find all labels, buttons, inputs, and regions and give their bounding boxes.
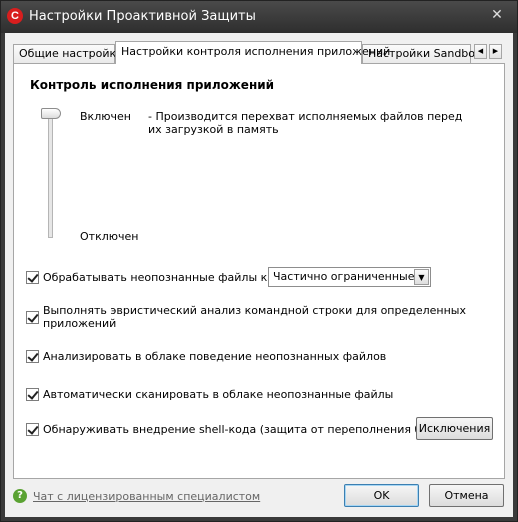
option-heuristic-cmdline[interactable]: Выполнять эвристический анализ командной…	[26, 304, 504, 330]
checkbox-cloud-behavior-analysis[interactable]	[26, 349, 39, 363]
option-label: Выполнять эвристический анализ командной…	[43, 304, 466, 330]
title-bar[interactable]: C Настройки Проактивной Защиты ✕	[1, 1, 517, 33]
section-title: Контроль исполнения приложений	[30, 78, 275, 92]
option-cloud-autoscan[interactable]: Автоматически сканировать в облаке неопо…	[26, 386, 393, 402]
option-shellcode-detection[interactable]: Обнаруживать внедрение shell-кода (защит…	[26, 421, 462, 437]
option-label: Автоматически сканировать в облаке неопо…	[43, 387, 394, 401]
checkbox-shellcode-detection[interactable]	[26, 422, 39, 436]
tab-scroll-left-icon[interactable]: ◀	[474, 44, 487, 59]
checkbox-heuristic-cmdline[interactable]	[26, 310, 39, 324]
option-label: Обрабатывать неопознанные файлы как	[43, 270, 281, 284]
window-title: Настройки Проактивной Защиты	[29, 9, 256, 24]
option-label: Обнаруживать внедрение shell-кода (защит…	[43, 422, 462, 436]
option-label: Анализировать в облаке поведение неопозн…	[43, 349, 387, 363]
level-on-description: - Производится перехват исполняемых файл…	[148, 110, 463, 136]
chevron-down-icon[interactable]: ▼	[414, 269, 429, 285]
tab-execution-control-settings[interactable]: Настройки контроля исполнения приложений	[115, 41, 390, 64]
protection-level-slider-track[interactable]	[48, 114, 53, 238]
tab-panel: Контроль исполнения приложений Включен -…	[13, 63, 505, 479]
dialog-window: C Настройки Проактивной Защиты ✕ Общие н…	[0, 0, 518, 522]
close-icon[interactable]: ✕	[489, 7, 505, 25]
exceptions-button[interactable]: Исключения	[416, 417, 493, 440]
tab-bar: Общие настройки Настройки контроля испол…	[13, 41, 505, 64]
comodo-app-icon: C	[7, 8, 23, 24]
dialog-client-area: Общие настройки Настройки контроля испол…	[5, 33, 513, 517]
help-icon: ?	[13, 489, 27, 503]
select-value: Частично ограниченные	[273, 270, 415, 283]
option-cloud-behavior-analysis[interactable]: Анализировать в облаке поведение неопозн…	[26, 348, 386, 364]
level-off-label: Отключен	[80, 230, 139, 243]
ok-button[interactable]: OK	[344, 484, 419, 507]
cancel-button[interactable]: Отмена	[429, 484, 504, 507]
option-treat-unrecognized[interactable]: Обрабатывать неопознанные файлы как	[26, 269, 281, 285]
unrecognized-files-policy-select[interactable]: Частично ограниченные ▼	[268, 267, 431, 287]
tab-scroll-right-icon[interactable]: ▶	[489, 44, 502, 59]
protection-level-slider-thumb[interactable]	[41, 108, 61, 119]
level-on-label: Включен	[80, 110, 131, 123]
checkbox-treat-unrecognized[interactable]	[26, 270, 39, 284]
tab-general-settings[interactable]: Общие настройки	[13, 44, 123, 64]
checkbox-cloud-autoscan[interactable]	[26, 387, 39, 401]
chat-specialist-link[interactable]: Чат с лицензированным специалистом	[33, 490, 260, 503]
